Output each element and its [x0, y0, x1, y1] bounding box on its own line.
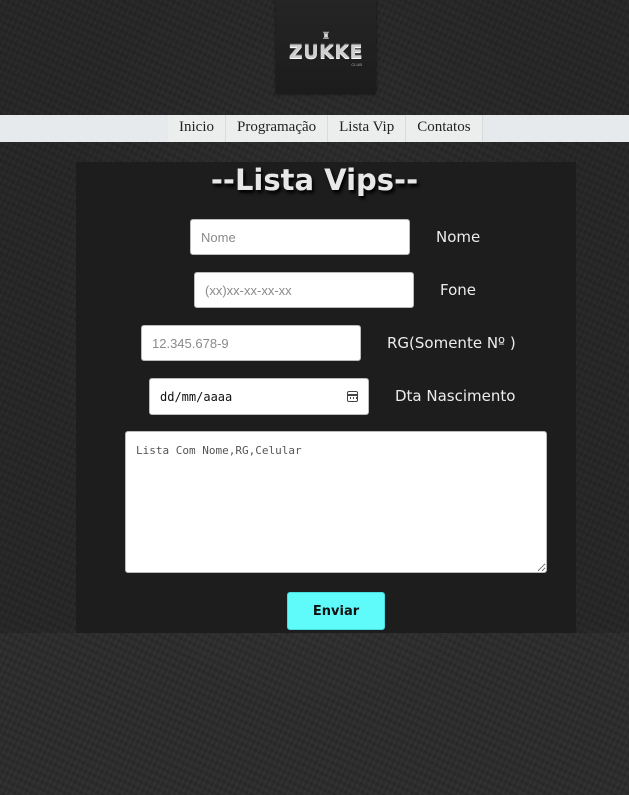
- calendar-icon[interactable]: [347, 391, 358, 402]
- vip-list-textarea[interactable]: [125, 431, 547, 573]
- name-label: Nome: [436, 228, 481, 246]
- nav-item-inicio[interactable]: Inicio: [168, 115, 226, 142]
- nav-menu: Inicio Programação Lista Vip Contatos: [168, 115, 483, 142]
- page-title: --Lista Vips--: [210, 163, 419, 197]
- club-logo[interactable]: ♜ ZUKKE CLUB: [276, 0, 376, 94]
- phone-input[interactable]: [194, 272, 414, 308]
- submit-button[interactable]: Enviar: [287, 592, 385, 630]
- birthdate-label: Dta Nascimento: [395, 387, 516, 405]
- birthdate-placeholder: dd/mm/aaaa: [160, 389, 233, 404]
- logo-brand: ZUKKE: [288, 40, 364, 63]
- rg-input[interactable]: [141, 325, 361, 361]
- navbar: Inicio Programação Lista Vip Contatos: [0, 115, 629, 142]
- nav-item-contatos[interactable]: Contatos: [406, 115, 483, 142]
- logo-mark-icon: ♜: [321, 30, 331, 42]
- nav-item-programacao[interactable]: Programação: [226, 115, 329, 142]
- logo-sub: CLUB: [351, 61, 362, 67]
- birthdate-input[interactable]: dd/mm/aaaa: [149, 378, 369, 415]
- phone-label: Fone: [440, 281, 477, 299]
- nav-item-lista-vip[interactable]: Lista Vip: [328, 115, 407, 142]
- rg-label: RG(Somente Nº ): [387, 334, 516, 352]
- name-input[interactable]: [190, 219, 410, 255]
